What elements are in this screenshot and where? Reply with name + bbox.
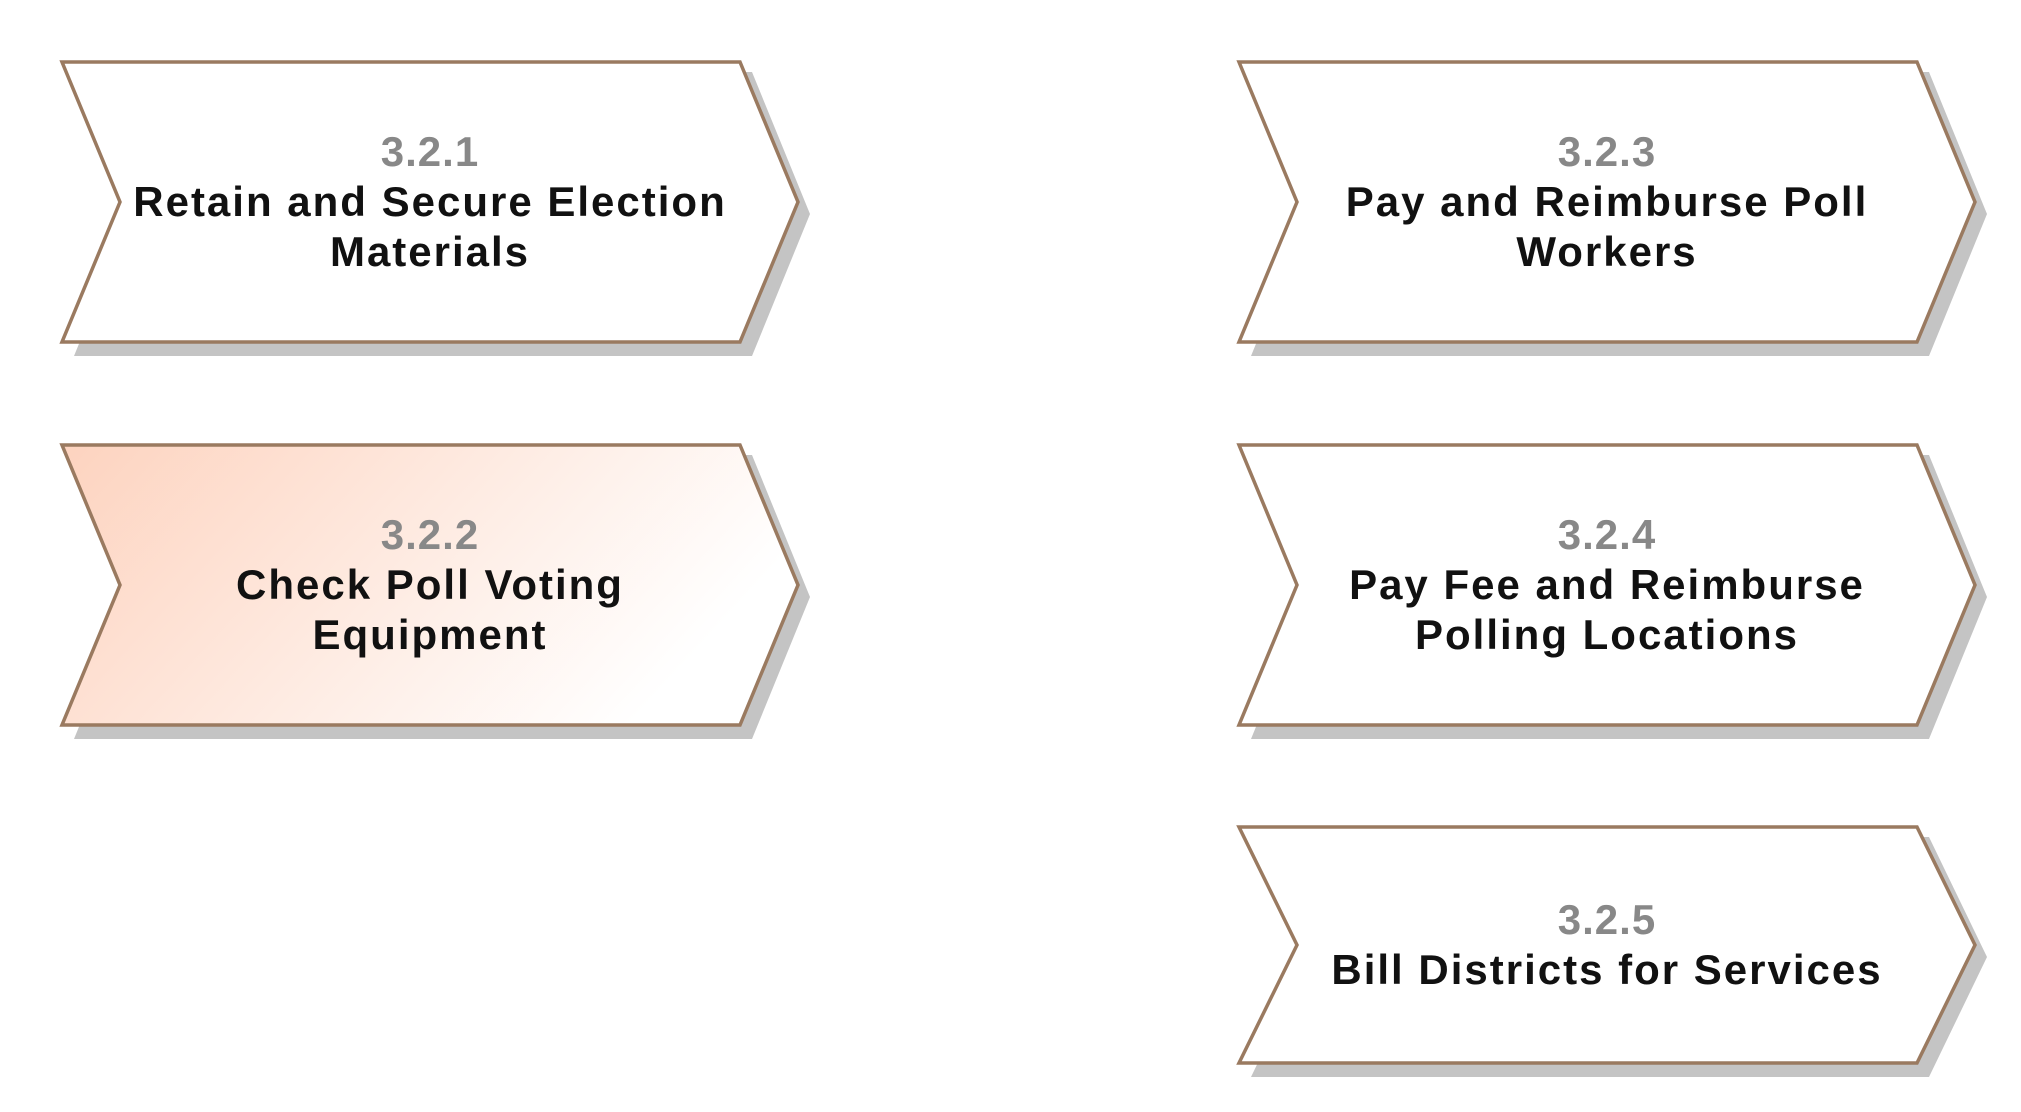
process-step-3-2-3[interactable]: 3.2.3 Pay and Reimburse Poll Workers	[1236, 60, 1997, 356]
process-diagram: 3.2.1 Retain and Secure Election Materia…	[0, 0, 2021, 1112]
step-title-line-1: Bill Districts for Services	[1331, 946, 1883, 993]
step-title-line-1: Check Poll Voting	[236, 561, 624, 608]
step-label: 3.2.1 Retain and Secure Election Materia…	[110, 60, 750, 344]
step-label: 3.2.5 Bill Districts for Services	[1287, 825, 1927, 1065]
step-label: 3.2.3 Pay and Reimburse Poll Workers	[1287, 60, 1927, 344]
process-step-3-2-1[interactable]: 3.2.1 Retain and Secure Election Materia…	[59, 60, 820, 356]
step-title-line-2: Equipment	[312, 611, 548, 658]
process-step-3-2-2[interactable]: 3.2.2 Check Poll Voting Equipment	[59, 443, 820, 739]
process-step-3-2-4[interactable]: 3.2.4 Pay Fee and Reimburse Polling Loca…	[1236, 443, 1997, 739]
step-title-line-1: Pay Fee and Reimburse	[1349, 561, 1865, 608]
process-step-3-2-5[interactable]: 3.2.5 Bill Districts for Services	[1236, 825, 1997, 1077]
step-label: 3.2.2 Check Poll Voting Equipment	[110, 443, 750, 727]
step-title-line-1: Retain and Secure Election	[133, 178, 727, 225]
step-number: 3.2.1	[380, 128, 480, 175]
step-number: 3.2.4	[1557, 511, 1657, 558]
step-title-line-1: Pay and Reimburse Poll	[1345, 178, 1869, 225]
step-title-line-2: Polling Locations	[1414, 611, 1799, 658]
step-title-line-2: Materials	[329, 228, 531, 275]
step-number: 3.2.2	[380, 511, 480, 558]
step-number: 3.2.5	[1557, 896, 1657, 943]
step-label: 3.2.4 Pay Fee and Reimburse Polling Loca…	[1287, 443, 1927, 727]
step-title-line-2: Workers	[1516, 228, 1698, 275]
step-number: 3.2.3	[1557, 128, 1657, 175]
